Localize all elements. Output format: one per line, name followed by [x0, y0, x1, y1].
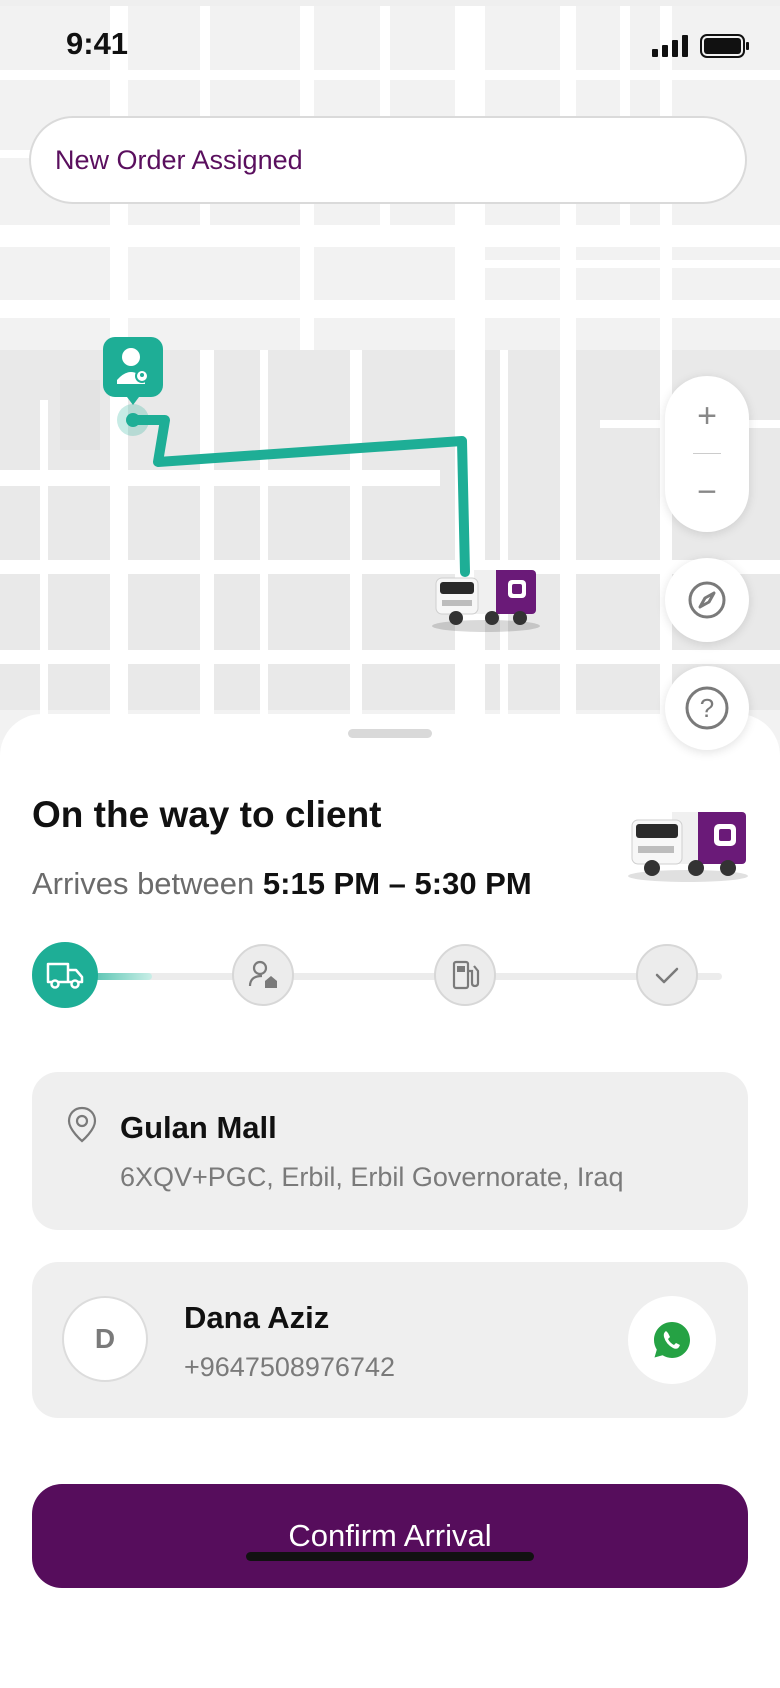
step-client [232, 944, 294, 1006]
client-name: Dana Aziz [184, 1300, 330, 1335]
new-order-banner[interactable]: New Order Assigned [29, 116, 747, 204]
truck-icon [46, 962, 84, 989]
step-fuel [434, 944, 496, 1006]
screen: 9:41 New Order Assigned + − ? On the way… [0, 0, 780, 1688]
whatsapp-icon [654, 1322, 690, 1358]
banner-text: New Order Assigned [55, 144, 303, 175]
check-icon [655, 967, 679, 984]
status-bar: 9:41 [0, 0, 780, 90]
client-avatar: D [62, 1296, 148, 1382]
step-complete [636, 944, 698, 1006]
truck-marker-icon[interactable] [432, 570, 540, 632]
compass-icon [688, 581, 726, 619]
step-truck [32, 942, 98, 1008]
whatsapp-button[interactable] [628, 1296, 716, 1384]
client-phone[interactable]: +9647508976742 [184, 1352, 395, 1383]
zoom-in-button[interactable]: + [665, 386, 749, 446]
arrival-window: Arrives between 5:15 PM – 5:30 PM [32, 866, 532, 902]
progress-track [62, 973, 722, 980]
destination-address: 6XQV+PGC, Erbil, Erbil Governorate, Iraq [120, 1162, 624, 1192]
client-home-icon [248, 960, 277, 988]
destination-name: Gulan Mall [120, 1110, 277, 1145]
arrival-prefix: Arrives between [32, 866, 263, 901]
trip-status-title: On the way to client [32, 794, 382, 835]
client-location-pin-icon[interactable] [103, 337, 163, 405]
client-contact-card: D Dana Aziz +9647508976742 [32, 1262, 748, 1418]
truck-illustration-icon [628, 812, 748, 882]
location-pin-icon [67, 1106, 97, 1143]
bottom-sheet: On the way to client Arrives between 5:1… [0, 714, 780, 1688]
fuel-pump-icon [452, 960, 480, 990]
status-icons [652, 34, 750, 58]
help-glyph: ? [700, 693, 714, 723]
battery-icon [700, 34, 749, 58]
map-view[interactable] [0, 0, 780, 740]
zoom-control: + − [665, 376, 749, 532]
delivery-progress [32, 942, 748, 1010]
help-button[interactable]: ? [665, 666, 749, 750]
zoom-out-button[interactable]: − [665, 462, 749, 522]
start-point [126, 413, 140, 427]
zoom-divider [693, 453, 721, 454]
confirm-arrival-button[interactable]: Confirm Arrival [32, 1484, 748, 1588]
home-indicator [246, 1552, 534, 1561]
signal-icon [652, 35, 688, 57]
sheet-drag-handle[interactable] [348, 729, 432, 738]
destination-card[interactable]: Gulan Mall 6XQV+PGC, Erbil, Erbil Govern… [32, 1072, 748, 1230]
compass-button[interactable] [665, 558, 749, 642]
help-icon: ? [685, 686, 729, 730]
arrival-time-range: 5:15 PM – 5:30 PM [262, 866, 532, 901]
status-time: 9:41 [66, 26, 129, 61]
